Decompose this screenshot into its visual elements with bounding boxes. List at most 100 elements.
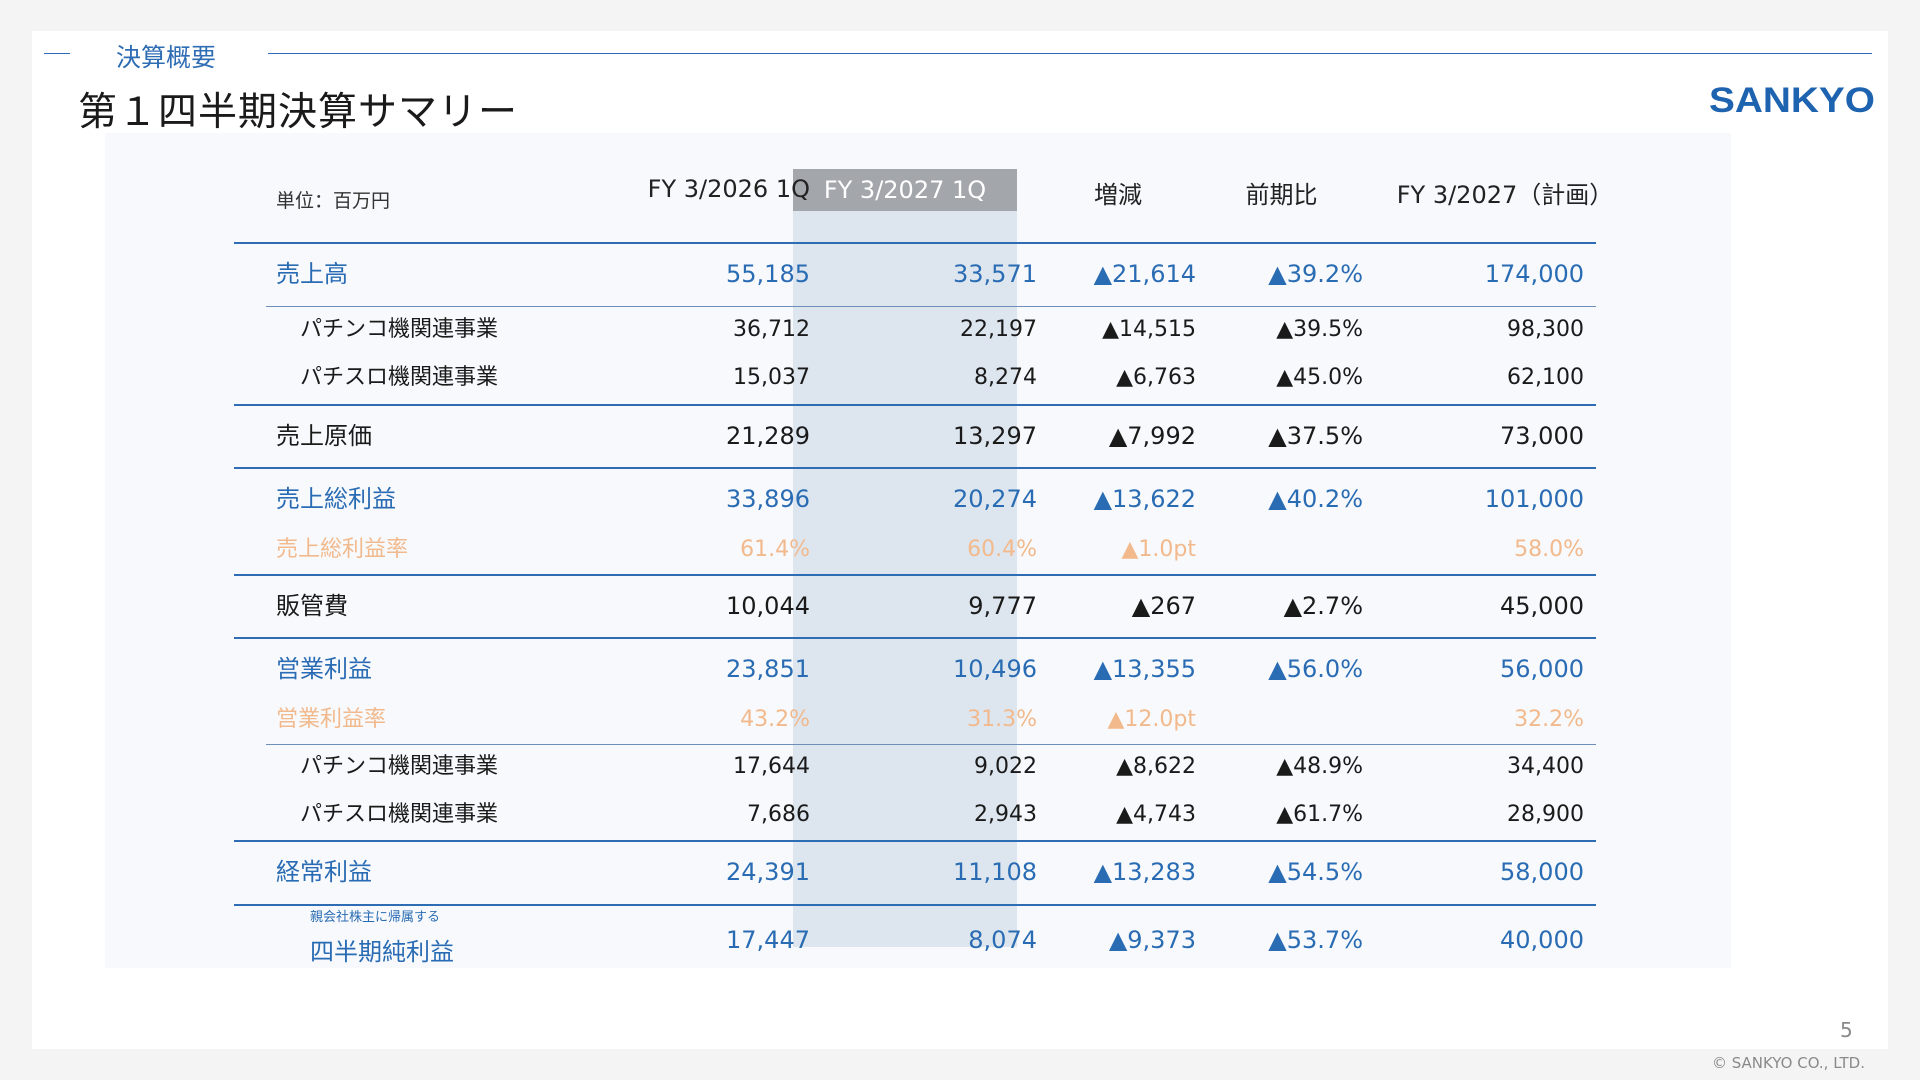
header-fy2026-1q: FY 3/2026 1Q bbox=[647, 175, 810, 203]
cell-value: 17,447 bbox=[726, 926, 810, 954]
row-divider bbox=[234, 574, 1596, 576]
header-rule bbox=[234, 242, 1596, 244]
cell-value: 28,900 bbox=[1507, 802, 1584, 827]
cell-value: ▲13,283 bbox=[1093, 858, 1196, 886]
cell-value: 98,300 bbox=[1507, 317, 1584, 342]
page-title: 第１四半期決算サマリー bbox=[78, 90, 519, 135]
row-label-net-sales: 売上高 bbox=[276, 260, 348, 288]
cell-value: ▲1.0pt bbox=[1121, 537, 1197, 562]
header-yoy: 前期比 bbox=[1245, 181, 1318, 209]
cell-value: ▲12.0pt bbox=[1107, 707, 1197, 732]
cell-value: 101,000 bbox=[1484, 485, 1584, 513]
row-label-pachinko-sales: パチンコ機関連事業 bbox=[300, 317, 499, 342]
cell-value: 33,571 bbox=[953, 260, 1037, 288]
cell-value: ▲2.7% bbox=[1283, 592, 1363, 620]
cell-value: ▲9,373 bbox=[1108, 926, 1196, 954]
cell-value: 10,496 bbox=[953, 655, 1037, 683]
row-divider bbox=[234, 637, 1596, 639]
cell-value: 9,777 bbox=[968, 592, 1037, 620]
cell-value: 36,712 bbox=[733, 317, 810, 342]
cell-value: 56,000 bbox=[1500, 655, 1584, 683]
cell-value: 20,274 bbox=[953, 485, 1037, 513]
row-label-sga: 販管費 bbox=[276, 592, 348, 620]
cell-value: ▲54.5% bbox=[1268, 858, 1363, 886]
cell-value: ▲53.7% bbox=[1268, 926, 1363, 954]
cell-value: ▲40.2% bbox=[1268, 485, 1363, 513]
cell-value: ▲14,515 bbox=[1102, 317, 1196, 342]
cell-value: ▲37.5% bbox=[1268, 422, 1363, 450]
cell-value: 13,297 bbox=[953, 422, 1037, 450]
row-divider bbox=[266, 744, 1596, 745]
cell-value: 7,686 bbox=[747, 802, 810, 827]
cell-value: 55,185 bbox=[726, 260, 810, 288]
cell-value: ▲7,992 bbox=[1108, 422, 1196, 450]
cell-value: ▲8,622 bbox=[1116, 754, 1196, 779]
row-label-gross-margin: 売上総利益率 bbox=[276, 537, 409, 562]
cell-value: 11,108 bbox=[953, 858, 1037, 886]
logo-wordmark: SANKYO bbox=[1709, 81, 1875, 119]
cell-value: 32.2% bbox=[1514, 707, 1584, 732]
row-label-net-income: 四半期純利益 bbox=[310, 938, 454, 966]
cell-value: 22,197 bbox=[960, 317, 1037, 342]
cell-value: ▲56.0% bbox=[1268, 655, 1363, 683]
row-label-cost-of-sales: 売上原価 bbox=[276, 422, 372, 450]
unit-label: 単位：百万円 bbox=[276, 190, 391, 212]
row-label-ordinary-income: 経常利益 bbox=[276, 858, 372, 886]
section-rule-right bbox=[268, 53, 1872, 54]
cell-value: ▲61.7% bbox=[1276, 802, 1363, 827]
row-label-gross-profit: 売上総利益 bbox=[276, 485, 396, 513]
cell-value: 62,100 bbox=[1507, 365, 1584, 390]
cell-value: 24,391 bbox=[726, 858, 810, 886]
cell-value: ▲13,355 bbox=[1093, 655, 1196, 683]
row-divider bbox=[234, 467, 1596, 469]
row-label-pachislot-op-income: パチスロ機関連事業 bbox=[300, 802, 499, 827]
header-change: 増減 bbox=[1094, 181, 1142, 209]
page-number: 5 bbox=[1840, 1018, 1853, 1042]
cell-value: 15,037 bbox=[733, 365, 810, 390]
cell-value: 2,943 bbox=[974, 802, 1037, 827]
row-label-operating-margin: 営業利益率 bbox=[276, 707, 387, 732]
cell-value: 43.2% bbox=[740, 707, 810, 732]
cell-value: 73,000 bbox=[1500, 422, 1584, 450]
cell-value: 58.0% bbox=[1514, 537, 1584, 562]
cell-value: ▲48.9% bbox=[1276, 754, 1363, 779]
row-label-operating-income: 営業利益 bbox=[276, 655, 372, 683]
cell-value: 31.3% bbox=[967, 707, 1037, 732]
cell-value: 58,000 bbox=[1500, 858, 1584, 886]
cell-value: ▲267 bbox=[1131, 592, 1196, 620]
row-divider bbox=[234, 840, 1596, 842]
row-label-pachislot-sales: パチスロ機関連事業 bbox=[300, 365, 499, 390]
section-label: 決算概要 bbox=[116, 43, 217, 72]
cell-value: 45,000 bbox=[1500, 592, 1584, 620]
row-divider bbox=[266, 306, 1596, 307]
cell-value: 17,644 bbox=[733, 754, 810, 779]
cell-value: ▲13,622 bbox=[1093, 485, 1196, 513]
cell-value: 23,851 bbox=[726, 655, 810, 683]
copyright: © SANKYO CO., LTD. bbox=[1711, 1054, 1865, 1072]
cell-value: 34,400 bbox=[1507, 754, 1584, 779]
cell-value: 61.4% bbox=[740, 537, 810, 562]
cell-value: ▲6,763 bbox=[1116, 365, 1196, 390]
cell-value: ▲21,614 bbox=[1093, 260, 1196, 288]
row-divider bbox=[234, 904, 1596, 906]
cell-value: 10,044 bbox=[726, 592, 810, 620]
cell-value: 174,000 bbox=[1484, 260, 1584, 288]
cell-value: 60.4% bbox=[967, 537, 1037, 562]
row-label-pachinko-op-income: パチンコ機関連事業 bbox=[300, 754, 499, 779]
sankyo-logo: SANKYO bbox=[1709, 81, 1875, 119]
cell-value: ▲4,743 bbox=[1116, 802, 1196, 827]
cell-value: 21,289 bbox=[726, 422, 810, 450]
cell-value: 33,896 bbox=[726, 485, 810, 513]
cell-value: ▲39.5% bbox=[1276, 317, 1363, 342]
cell-value: ▲45.0% bbox=[1276, 365, 1363, 390]
section-rule-left bbox=[44, 53, 70, 54]
header-fy2027-1q: FY 3/2027 1Q bbox=[793, 169, 1017, 211]
cell-value: 8,274 bbox=[974, 365, 1037, 390]
row-label-note-parent-shareholders: 親会社株主に帰属する bbox=[310, 910, 441, 925]
cell-value: 40,000 bbox=[1500, 926, 1584, 954]
cell-value: 9,022 bbox=[974, 754, 1037, 779]
cell-value: ▲39.2% bbox=[1268, 260, 1363, 288]
cell-value: 8,074 bbox=[968, 926, 1037, 954]
row-divider bbox=[234, 404, 1596, 406]
header-fy2027-plan: FY 3/2027（計画） bbox=[1396, 181, 1614, 209]
